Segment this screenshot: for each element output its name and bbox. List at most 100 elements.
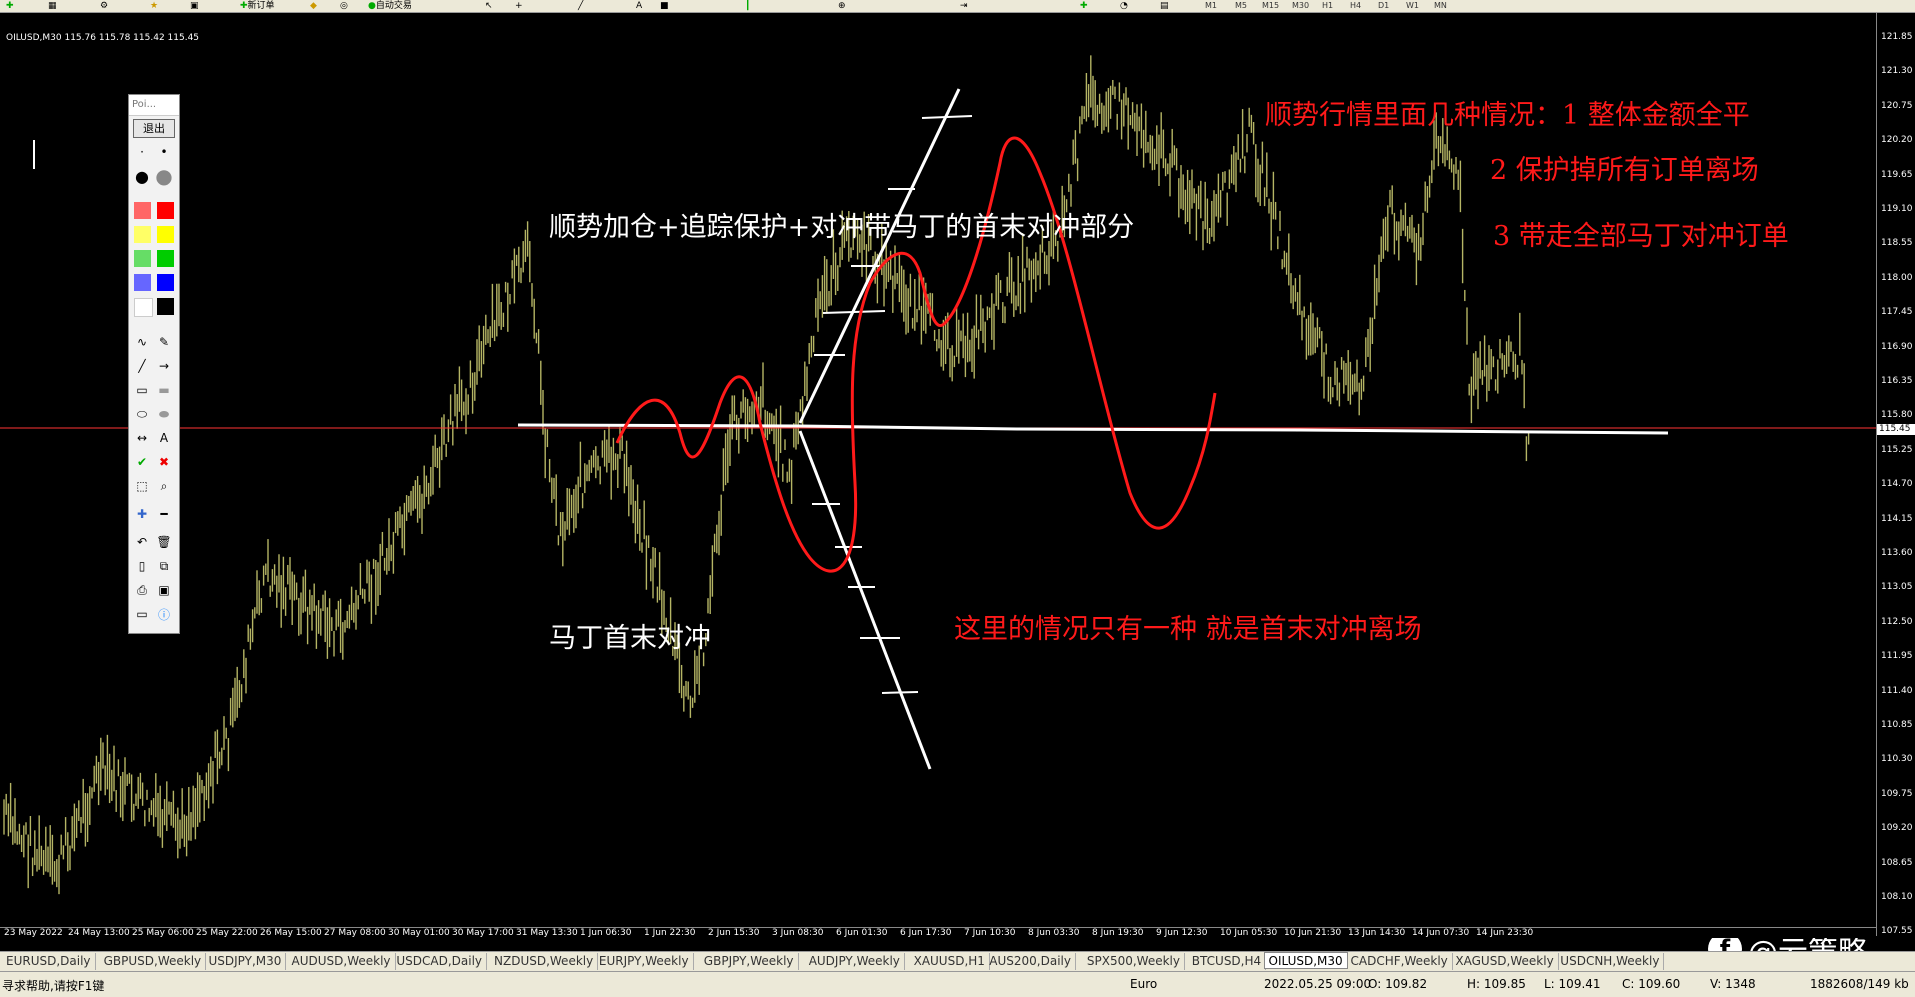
chart-tab[interactable]: BTCUSD,H4 — [1188, 953, 1267, 970]
drawn-downtrend-line — [798, 430, 932, 770]
chart-tab[interactable]: USDCNH,Weekly — [1556, 953, 1665, 970]
tf-m1-button[interactable]: M1 — [1205, 0, 1217, 12]
chart-tab[interactable]: USDCAD,Daily — [392, 953, 488, 970]
color-light-yellow-swatch[interactable] — [134, 226, 151, 243]
metaeditor-icon[interactable]: ◆ — [310, 0, 317, 12]
freehand-icon[interactable]: ∿ — [133, 333, 151, 351]
time-label: 6 Jun 01:30 — [836, 928, 888, 938]
ellipse-icon[interactable]: ⬭ — [133, 405, 151, 423]
color-black-swatch[interactable] — [157, 298, 174, 315]
screen-icon[interactable]: ▭ — [133, 605, 151, 623]
arrow-tool-icon[interactable]: → — [155, 357, 173, 375]
rectangle-icon[interactable]: ▭ — [133, 381, 151, 399]
drawn-uptrend-line — [798, 88, 961, 424]
palette-exit-button[interactable]: 退出 — [133, 119, 175, 138]
undo-icon[interactable]: ↶ — [133, 533, 151, 551]
color-light-red-swatch[interactable] — [134, 202, 151, 219]
chart-tab[interactable]: XAGUSD,Weekly — [1451, 953, 1559, 970]
bar-chart-icon[interactable]: ┃ — [745, 0, 750, 12]
chart-tab[interactable]: AUS200,Daily — [985, 953, 1076, 970]
chart-tab[interactable]: CADCHF,Weekly — [1347, 953, 1453, 970]
chart-shift-icon[interactable]: ⇥ — [960, 0, 968, 12]
tf-m30-button[interactable]: M30 — [1292, 0, 1309, 12]
dot-medium-icon[interactable]: • — [155, 143, 173, 161]
trash-icon[interactable]: 🗑 — [155, 533, 173, 551]
status-traffic: 1882608/149 kb — [1810, 977, 1909, 991]
tf-w1-button[interactable]: W1 — [1406, 0, 1419, 12]
zoom-icon[interactable]: ⌕ — [155, 477, 173, 495]
tf-m5-button[interactable]: M5 — [1235, 0, 1247, 12]
price-label: 108.10 — [1881, 892, 1913, 902]
color-green-swatch[interactable] — [157, 250, 174, 267]
chart-tab[interactable]: AUDJPY,Weekly — [805, 953, 905, 970]
color-red-swatch[interactable] — [157, 202, 174, 219]
chart-tab[interactable]: GBPJPY,Weekly — [700, 953, 799, 970]
chart-tab[interactable]: GBPUSD,Weekly — [100, 953, 207, 970]
time-label: 23 May 2022 — [4, 928, 63, 938]
double-arrow-icon[interactable]: ↔ — [133, 429, 151, 447]
new-file-icon[interactable]: ▯ — [133, 557, 151, 575]
text-tool-icon[interactable]: A — [636, 0, 642, 12]
time-label: 24 May 13:00 — [68, 928, 130, 938]
navigator-icon[interactable]: ◎ — [340, 0, 348, 12]
price-label: 113.05 — [1881, 582, 1913, 593]
info-icon[interactable]: ⓘ — [155, 605, 173, 623]
label-tool-icon[interactable]: ■ — [660, 0, 669, 12]
favorites-icon[interactable]: ★ — [150, 0, 158, 12]
color-yellow-swatch[interactable] — [157, 226, 174, 243]
profiles-icon[interactable]: ▦ — [48, 0, 57, 12]
chart-tab[interactable]: NZDUSD,Weekly — [490, 953, 599, 970]
color-white-swatch[interactable] — [134, 298, 153, 317]
dot-xlarge-icon[interactable]: ● — [155, 164, 173, 188]
color-light-green-swatch[interactable] — [134, 250, 151, 267]
time-label: 8 Jun 19:30 — [1092, 928, 1144, 938]
chart-tab[interactable]: USDJPY,M30 — [205, 953, 287, 970]
tf-h1-button[interactable]: H1 — [1322, 0, 1333, 12]
time-label: 30 May 17:00 — [452, 928, 514, 938]
chart-tab[interactable]: XAUUSD,H1 — [910, 953, 990, 970]
annotation-martin-hedge: 马丁首末对冲 — [549, 623, 711, 654]
confirm-icon[interactable]: ✔ — [133, 453, 151, 471]
chart-tab[interactable]: EURJPY,Weekly — [595, 953, 694, 970]
trendline-icon[interactable]: ╱ — [578, 0, 583, 12]
cancel-icon[interactable]: ✖ — [155, 453, 173, 471]
tf-d1-button[interactable]: D1 — [1378, 0, 1389, 12]
auto-trading-button[interactable]: ●自动交易 — [368, 0, 412, 12]
symbol-info: OILUSD,M30 115.76 115.78 115.42 115.45 — [6, 33, 200, 43]
price-label: 114.15 — [1881, 513, 1913, 524]
cursor-icon[interactable]: ↖ — [485, 0, 493, 12]
text-icon[interactable]: A — [155, 429, 173, 447]
data-window-icon[interactable]: ▣ — [190, 0, 199, 12]
chart-tab[interactable]: EURUSD,Daily — [2, 953, 96, 970]
chart-tab[interactable]: SPX500,Weekly — [1083, 953, 1185, 970]
new-chart-icon[interactable]: ✚ — [6, 0, 14, 12]
chart-tab[interactable]: AUDUSD,Weekly — [288, 953, 396, 970]
new-order-button[interactable]: ✚新订单 — [240, 0, 275, 12]
line-tool-icon[interactable]: ╱ — [133, 357, 151, 375]
copy-icon[interactable]: ⧉ — [155, 557, 173, 575]
dot-small-icon[interactable]: · — [133, 143, 151, 161]
tf-mn-button[interactable]: MN — [1434, 0, 1447, 12]
filled-rectangle-icon[interactable]: ▬ — [155, 381, 173, 399]
tf-m15-button[interactable]: M15 — [1262, 0, 1279, 12]
annotation-only-case: 这里的情况只有一种 就是首末对冲离场 — [954, 614, 1422, 645]
chart-tab[interactable]: OILUSD,M30 — [1263, 952, 1348, 969]
dot-large-icon[interactable]: ● — [133, 167, 151, 186]
chart-area[interactable]: OILUSD,M30 115.76 115.78 115.42 115.45 顺… — [0, 13, 1915, 970]
select-area-icon[interactable]: ⬚ — [133, 477, 151, 495]
tf-h4-button[interactable]: H4 — [1350, 0, 1361, 12]
filled-ellipse-icon[interactable]: ⬬ — [155, 405, 173, 423]
minus-icon[interactable]: ━ — [155, 505, 173, 523]
plus-icon[interactable]: ✚ — [133, 505, 151, 523]
crosshair-icon[interactable]: + — [515, 0, 523, 12]
color-light-blue-swatch[interactable] — [134, 274, 151, 291]
indicators-icon[interactable]: ✚ — [1080, 0, 1088, 12]
periods-icon[interactable]: ◔ — [1120, 0, 1128, 12]
templates-icon[interactable]: ▤ — [1160, 0, 1169, 12]
save-icon[interactable]: ▣ — [155, 581, 173, 599]
color-blue-swatch[interactable] — [157, 274, 174, 291]
print-icon[interactable]: ⎙ — [133, 581, 151, 599]
eraser-icon[interactable]: ✎ — [155, 333, 173, 351]
zoom-in-icon[interactable]: ⊕ — [838, 0, 846, 12]
market-watch-icon[interactable]: ⚙ — [100, 0, 108, 12]
